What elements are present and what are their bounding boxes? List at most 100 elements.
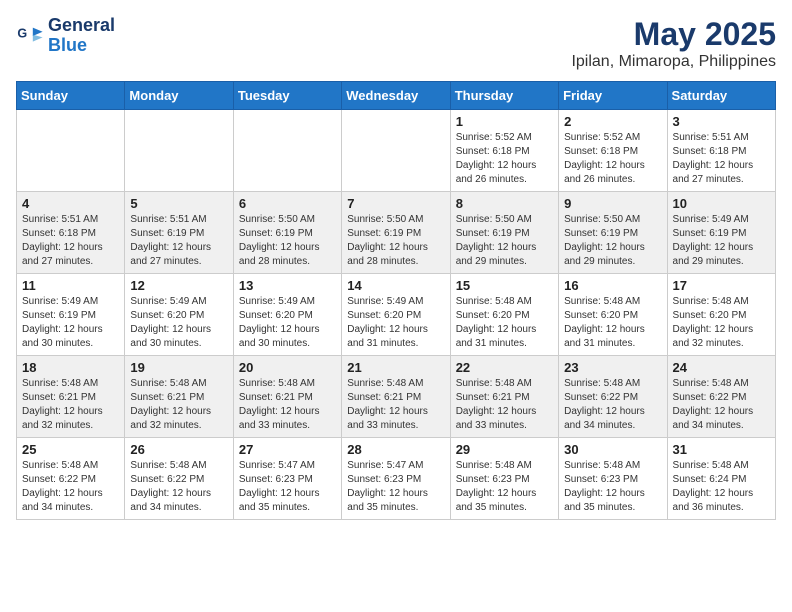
day-info: Sunrise: 5:48 AM Sunset: 6:24 PM Dayligh… [673, 459, 770, 515]
day-info: Sunrise: 5:49 AM Sunset: 6:19 PM Dayligh… [22, 295, 119, 351]
day-info: Sunrise: 5:48 AM Sunset: 6:23 PM Dayligh… [456, 459, 553, 515]
weekday-header: Wednesday [342, 82, 450, 110]
calendar-cell: 23 Sunrise: 5:48 AM Sunset: 6:22 PM Dayli… [559, 356, 667, 438]
day-number: 10 [673, 196, 770, 211]
day-info: Sunrise: 5:48 AM Sunset: 6:20 PM Dayligh… [456, 295, 553, 351]
day-number: 14 [347, 278, 444, 293]
day-number: 24 [673, 360, 770, 375]
calendar-cell [342, 110, 450, 192]
day-info: Sunrise: 5:51 AM Sunset: 6:18 PM Dayligh… [22, 213, 119, 269]
day-info: Sunrise: 5:48 AM Sunset: 6:21 PM Dayligh… [22, 377, 119, 433]
calendar-cell: 8 Sunrise: 5:50 AM Sunset: 6:19 PM Daylig… [450, 192, 558, 274]
weekday-header: Saturday [667, 82, 775, 110]
day-info: Sunrise: 5:50 AM Sunset: 6:19 PM Dayligh… [456, 213, 553, 269]
day-info: Sunrise: 5:51 AM Sunset: 6:19 PM Dayligh… [130, 213, 227, 269]
day-info: Sunrise: 5:49 AM Sunset: 6:19 PM Dayligh… [673, 213, 770, 269]
calendar-cell: 21 Sunrise: 5:48 AM Sunset: 6:21 PM Dayli… [342, 356, 450, 438]
calendar-cell: 13Sunrise: 5:49 AM Sunset: 6:20 PM Dayli… [233, 274, 341, 356]
day-info: Sunrise: 5:48 AM Sunset: 6:21 PM Dayligh… [456, 377, 553, 433]
day-info: Sunrise: 5:48 AM Sunset: 6:21 PM Dayligh… [130, 377, 227, 433]
calendar-week-row: 4 Sunrise: 5:51 AM Sunset: 6:18 PM Daylig… [17, 192, 776, 274]
calendar-cell: 10 Sunrise: 5:49 AM Sunset: 6:19 PM Dayli… [667, 192, 775, 274]
day-info: Sunrise: 5:50 AM Sunset: 6:19 PM Dayligh… [564, 213, 661, 269]
weekday-header: Friday [559, 82, 667, 110]
calendar-cell: 2 Sunrise: 5:52 AM Sunset: 6:18 PM Daylig… [559, 110, 667, 192]
calendar-cell: 17Sunrise: 5:48 AM Sunset: 6:20 PM Dayli… [667, 274, 775, 356]
weekday-header-row: SundayMondayTuesdayWednesdayThursdayFrid… [17, 82, 776, 110]
day-info: Sunrise: 5:47 AM Sunset: 6:23 PM Dayligh… [239, 459, 336, 515]
logo-text: General Blue [48, 16, 115, 56]
calendar-cell: 7Sunrise: 5:50 AM Sunset: 6:19 PM Daylig… [342, 192, 450, 274]
calendar-cell: 24 Sunrise: 5:48 AM Sunset: 6:22 PM Dayli… [667, 356, 775, 438]
svg-text:G: G [17, 26, 27, 40]
calendar-cell: 19Sunrise: 5:48 AM Sunset: 6:21 PM Dayli… [125, 356, 233, 438]
calendar-cell: 25 Sunrise: 5:48 AM Sunset: 6:22 PM Dayli… [17, 438, 125, 520]
day-number: 8 [456, 196, 553, 211]
page-header: G General Blue May 2025 Ipilan, Mimaropa… [16, 16, 776, 71]
calendar-cell: 15 Sunrise: 5:48 AM Sunset: 6:20 PM Dayli… [450, 274, 558, 356]
calendar-cell: 22 Sunrise: 5:48 AM Sunset: 6:21 PM Dayli… [450, 356, 558, 438]
day-number: 29 [456, 442, 553, 457]
day-number: 15 [456, 278, 553, 293]
day-number: 30 [564, 442, 661, 457]
calendar-cell: 30 Sunrise: 5:48 AM Sunset: 6:23 PM Dayli… [559, 438, 667, 520]
calendar-cell: 6Sunrise: 5:50 AM Sunset: 6:19 PM Daylig… [233, 192, 341, 274]
day-number: 23 [564, 360, 661, 375]
logo-icon: G [16, 22, 44, 50]
day-number: 25 [22, 442, 119, 457]
calendar-cell: 20Sunrise: 5:48 AM Sunset: 6:21 PM Dayli… [233, 356, 341, 438]
day-number: 4 [22, 196, 119, 211]
page-title: May 2025 [571, 16, 776, 53]
day-info: Sunrise: 5:50 AM Sunset: 6:19 PM Dayligh… [347, 213, 444, 269]
weekday-header: Sunday [17, 82, 125, 110]
day-info: Sunrise: 5:48 AM Sunset: 6:22 PM Dayligh… [22, 459, 119, 515]
title-block: May 2025 Ipilan, Mimaropa, Philippines [571, 16, 776, 71]
day-number: 13 [239, 278, 336, 293]
day-number: 21 [347, 360, 444, 375]
calendar-cell: 11 Sunrise: 5:49 AM Sunset: 6:19 PM Dayli… [17, 274, 125, 356]
day-number: 5 [130, 196, 227, 211]
day-number: 22 [456, 360, 553, 375]
calendar-cell: 16 Sunrise: 5:48 AM Sunset: 6:20 PM Dayli… [559, 274, 667, 356]
day-number: 3 [673, 114, 770, 129]
calendar-cell [233, 110, 341, 192]
day-number: 11 [22, 278, 119, 293]
weekday-header: Thursday [450, 82, 558, 110]
day-info: Sunrise: 5:49 AM Sunset: 6:20 PM Dayligh… [347, 295, 444, 351]
day-info: Sunrise: 5:48 AM Sunset: 6:21 PM Dayligh… [347, 377, 444, 433]
calendar-cell [125, 110, 233, 192]
day-number: 28 [347, 442, 444, 457]
day-number: 31 [673, 442, 770, 457]
day-info: Sunrise: 5:48 AM Sunset: 6:22 PM Dayligh… [564, 377, 661, 433]
logo-line1: General [48, 16, 115, 36]
day-info: Sunrise: 5:48 AM Sunset: 6:22 PM Dayligh… [130, 459, 227, 515]
calendar-week-row: 25 Sunrise: 5:48 AM Sunset: 6:22 PM Dayli… [17, 438, 776, 520]
day-info: Sunrise: 5:48 AM Sunset: 6:20 PM Dayligh… [564, 295, 661, 351]
day-number: 26 [130, 442, 227, 457]
calendar-cell: 18 Sunrise: 5:48 AM Sunset: 6:21 PM Dayli… [17, 356, 125, 438]
calendar-cell: 26 Sunrise: 5:48 AM Sunset: 6:22 PM Dayli… [125, 438, 233, 520]
calendar-cell: 29 Sunrise: 5:48 AM Sunset: 6:23 PM Dayli… [450, 438, 558, 520]
day-info: Sunrise: 5:48 AM Sunset: 6:23 PM Dayligh… [564, 459, 661, 515]
calendar-week-row: 1 Sunrise: 5:52 AM Sunset: 6:18 PM Daylig… [17, 110, 776, 192]
calendar-cell: 27 Sunrise: 5:47 AM Sunset: 6:23 PM Dayli… [233, 438, 341, 520]
day-number: 18 [22, 360, 119, 375]
day-info: Sunrise: 5:48 AM Sunset: 6:22 PM Dayligh… [673, 377, 770, 433]
day-info: Sunrise: 5:52 AM Sunset: 6:18 PM Dayligh… [456, 131, 553, 187]
calendar-week-row: 18 Sunrise: 5:48 AM Sunset: 6:21 PM Dayli… [17, 356, 776, 438]
day-number: 12 [130, 278, 227, 293]
calendar-cell: 9Sunrise: 5:50 AM Sunset: 6:19 PM Daylig… [559, 192, 667, 274]
calendar-cell: 3 Sunrise: 5:51 AM Sunset: 6:18 PM Daylig… [667, 110, 775, 192]
calendar-cell: 28Sunrise: 5:47 AM Sunset: 6:23 PM Dayli… [342, 438, 450, 520]
day-info: Sunrise: 5:48 AM Sunset: 6:21 PM Dayligh… [239, 377, 336, 433]
day-info: Sunrise: 5:52 AM Sunset: 6:18 PM Dayligh… [564, 131, 661, 187]
calendar-week-row: 11 Sunrise: 5:49 AM Sunset: 6:19 PM Dayli… [17, 274, 776, 356]
weekday-header: Tuesday [233, 82, 341, 110]
day-info: Sunrise: 5:51 AM Sunset: 6:18 PM Dayligh… [673, 131, 770, 187]
logo-line2: Blue [48, 36, 115, 56]
day-info: Sunrise: 5:50 AM Sunset: 6:19 PM Dayligh… [239, 213, 336, 269]
day-number: 16 [564, 278, 661, 293]
day-number: 1 [456, 114, 553, 129]
day-number: 27 [239, 442, 336, 457]
day-number: 2 [564, 114, 661, 129]
